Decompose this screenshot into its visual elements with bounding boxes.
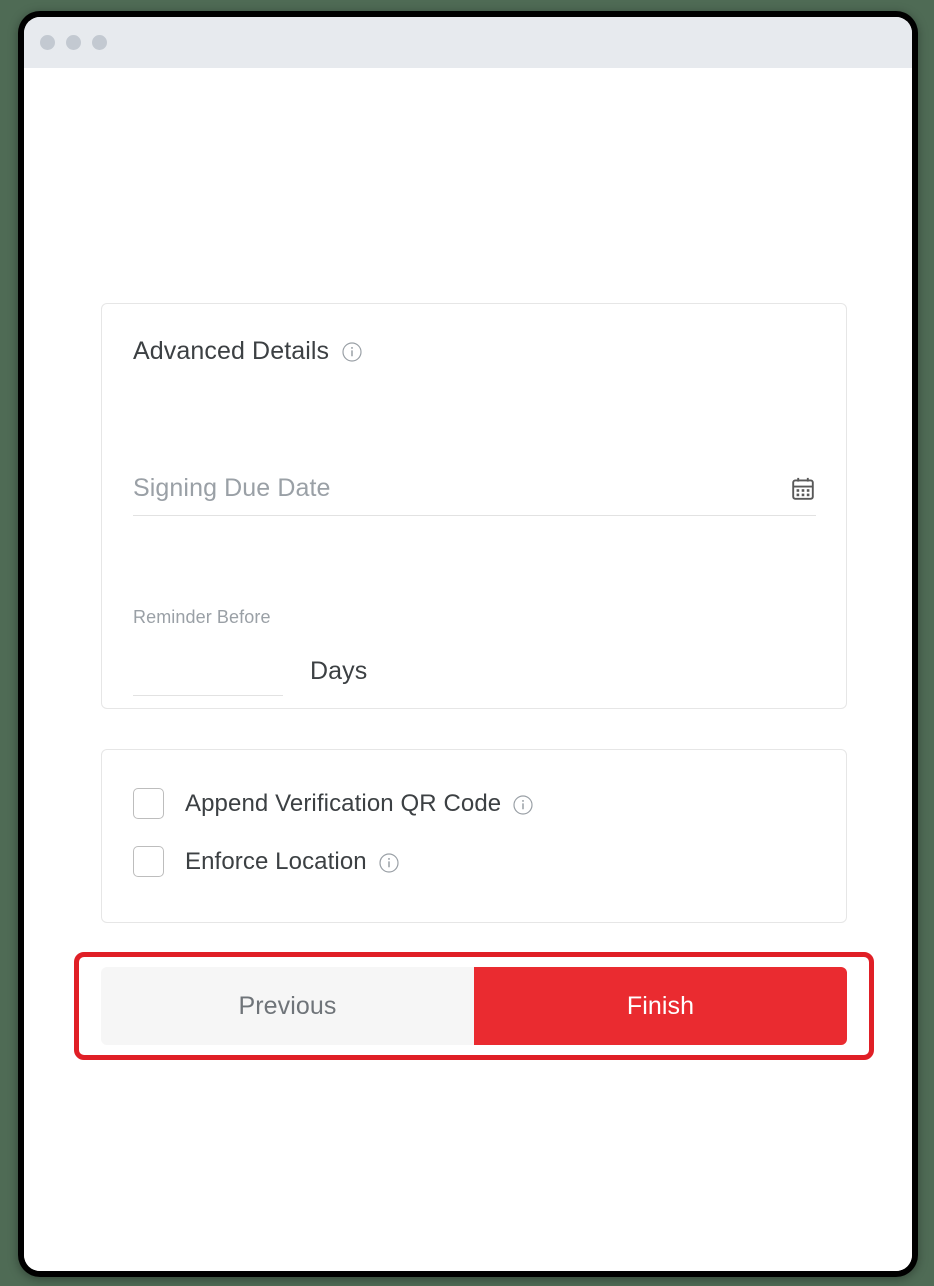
info-icon[interactable] xyxy=(379,852,399,873)
checkbox-row-append-qr[interactable]: Append Verification QR Code xyxy=(133,788,533,819)
checkbox-label-text-enforce-location: Enforce Location xyxy=(185,847,367,875)
maximize-window-dot[interactable] xyxy=(92,35,107,50)
options-card: Append Verification QR Code Enforce Loca… xyxy=(101,749,847,923)
signing-due-date-placeholder: Signing Due Date xyxy=(133,474,331,502)
info-icon[interactable] xyxy=(513,794,533,815)
checkbox-append-verification-qr-code[interactable] xyxy=(133,788,164,819)
signing-due-date-field[interactable]: Signing Due Date xyxy=(133,474,816,516)
checkbox-label-enforce-location: Enforce Location xyxy=(185,848,399,876)
reminder-days-label: Days xyxy=(310,657,368,685)
browser-window-frame: Advanced Details Signing Due Date Remind… xyxy=(18,11,918,1277)
wizard-button-group: Previous Finish xyxy=(101,967,847,1045)
advanced-details-card: Advanced Details Signing Due Date Remind… xyxy=(101,303,847,709)
reminder-before-input[interactable] xyxy=(133,644,283,696)
advanced-details-heading: Advanced Details xyxy=(133,337,362,366)
info-icon[interactable] xyxy=(342,341,362,362)
signing-due-date-row[interactable]: Signing Due Date xyxy=(133,474,816,515)
titlebar xyxy=(24,17,912,68)
page-title: Advanced Details xyxy=(133,337,330,365)
checkbox-label-append-qr: Append Verification QR Code xyxy=(185,790,533,818)
browser-window-inner: Advanced Details Signing Due Date Remind… xyxy=(24,17,912,1271)
calendar-icon[interactable] xyxy=(790,476,816,502)
signing-due-date-underline xyxy=(133,515,816,516)
checkbox-row-enforce-location[interactable]: Enforce Location xyxy=(133,846,399,877)
finish-button[interactable]: Finish xyxy=(474,967,847,1045)
checkbox-label-text-append-qr: Append Verification QR Code xyxy=(185,789,502,817)
previous-button[interactable]: Previous xyxy=(101,967,474,1045)
page-content: Advanced Details Signing Due Date Remind… xyxy=(24,68,912,1271)
checkbox-enforce-location[interactable] xyxy=(133,846,164,877)
reminder-before-label: Reminder Before xyxy=(133,607,271,627)
reminder-before-row: Days xyxy=(133,644,367,696)
close-window-dot[interactable] xyxy=(40,35,55,50)
minimize-window-dot[interactable] xyxy=(66,35,81,50)
